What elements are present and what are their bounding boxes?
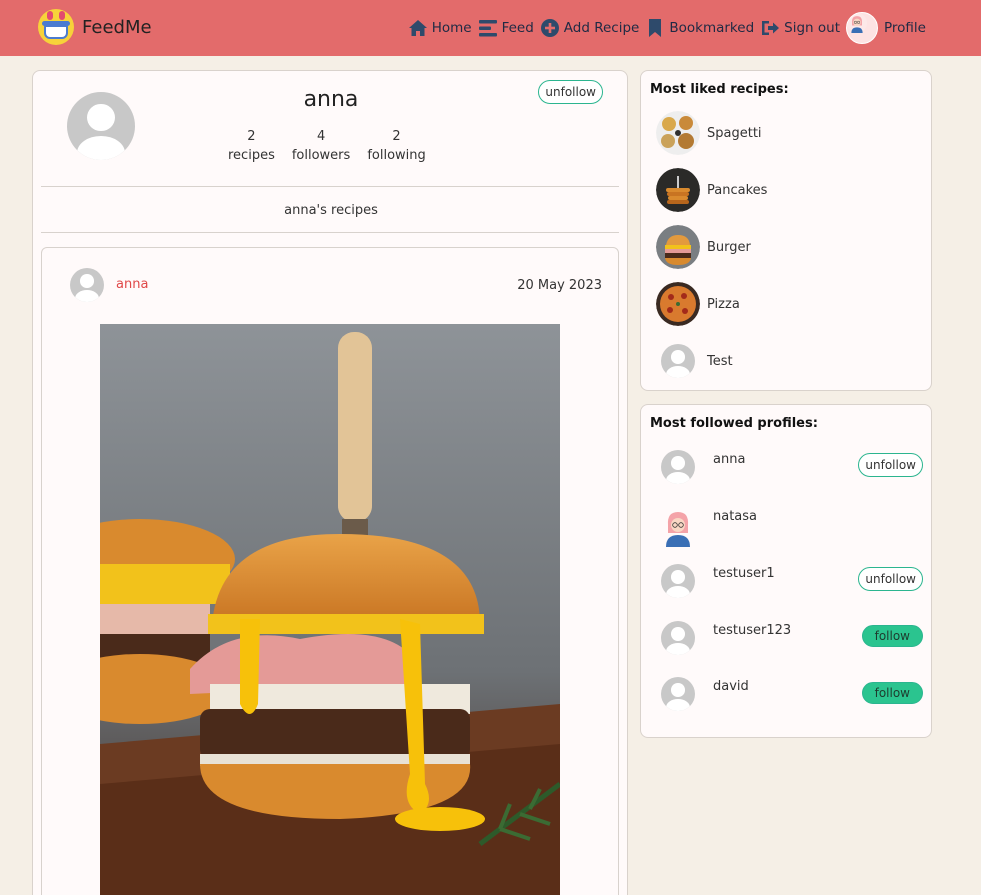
nav-sign-out[interactable]: Sign out	[760, 18, 840, 38]
profile-avatar[interactable]	[661, 450, 695, 484]
recipe-name: Burger	[707, 239, 751, 255]
profile-row: david follow	[661, 674, 923, 714]
liked-recipe-item[interactable]: Test	[656, 339, 733, 383]
recipe-thumbnail	[656, 225, 700, 269]
home-icon	[408, 20, 427, 36]
nav-links: Home Feed Add Recipe Bookmarked Sign out	[402, 12, 926, 44]
most-followed-card: Most followed profiles: anna unfollow na…	[640, 404, 932, 738]
profile-row: testuser123 follow	[661, 618, 923, 658]
stat-count: 4	[316, 129, 326, 144]
profile-name-link[interactable]: natasa	[713, 509, 757, 524]
recipes-section-label: anna's recipes	[284, 203, 378, 218]
recipe-image[interactable]	[100, 324, 560, 895]
nav-profile-label: Profile	[884, 20, 926, 36]
recipe-name: Pancakes	[707, 182, 768, 198]
liked-recipe-item[interactable]: Spagetti	[656, 111, 762, 155]
most-liked-title: Most liked recipes:	[650, 82, 789, 97]
profile-row: testuser1 unfollow	[661, 561, 923, 601]
recipe-name: Spagetti	[707, 125, 762, 141]
stat-following: 2 following	[367, 127, 425, 165]
divider	[41, 232, 619, 233]
profile-avatar[interactable]	[661, 677, 695, 711]
nav-home[interactable]: Home	[408, 18, 472, 38]
recipe-thumbnail	[656, 111, 700, 155]
profile-avatar[interactable]	[661, 564, 695, 598]
stat-label: following	[367, 148, 426, 163]
most-followed-title: Most followed profiles:	[650, 416, 818, 431]
recipe-post-card[interactable]: anna 20 May 2023	[41, 247, 619, 895]
profile-name-link[interactable]: testuser1	[713, 566, 775, 581]
brand-name: FeedMe	[82, 16, 152, 38]
nav-bookmarked-label: Bookmarked	[669, 20, 755, 36]
profile-name-link[interactable]: testuser123	[713, 623, 791, 638]
follow-button[interactable]: follow	[861, 625, 923, 647]
nav-home-label: Home	[431, 20, 472, 36]
stat-count: 2	[247, 129, 256, 144]
profile-avatar[interactable]	[661, 621, 695, 655]
nav-feed-label: Feed	[501, 20, 534, 36]
post-author-link[interactable]: anna	[116, 277, 148, 292]
nav-bookmarked[interactable]: Bookmarked	[645, 18, 754, 38]
most-liked-card: Most liked recipes: Spagetti Pancakes Bu…	[640, 70, 932, 391]
recipe-thumbnail	[661, 344, 695, 378]
liked-recipe-item[interactable]: Pancakes	[656, 168, 767, 212]
profile-row: natasa	[661, 504, 923, 547]
bars-icon	[478, 20, 497, 37]
liked-recipe-item[interactable]: Pizza	[656, 282, 740, 326]
logo-icon	[38, 9, 74, 45]
profile-card: anna 2 recipes 4 followers 2 following u…	[32, 70, 628, 895]
unfollow-button[interactable]: unfollow	[858, 453, 923, 477]
profile-stats: 2 recipes 4 followers 2 following	[228, 127, 443, 165]
post-date: 20 May 2023	[517, 278, 602, 293]
recipe-name: Pizza	[707, 296, 740, 312]
brand-link[interactable]: FeedMe	[38, 9, 152, 45]
profile-avatar[interactable]	[661, 507, 695, 547]
recipe-thumbnail	[656, 168, 700, 212]
nav-add-recipe[interactable]: Add Recipe	[540, 18, 640, 38]
follow-button[interactable]: follow	[861, 682, 923, 704]
sign-out-icon	[762, 21, 780, 35]
profile-row: anna unfollow	[661, 447, 923, 487]
profile-name-link[interactable]: david	[713, 679, 749, 694]
stat-label: recipes	[228, 148, 275, 163]
plus-circle-icon	[540, 19, 559, 37]
divider	[41, 186, 619, 187]
profile-unfollow-button[interactable]: unfollow	[538, 80, 603, 104]
liked-recipe-item[interactable]: Burger	[656, 225, 751, 269]
navbar: FeedMe Home Feed Add Recipe Bookmarked S…	[0, 0, 981, 56]
stat-followers: 4 followers	[292, 127, 350, 165]
profile-name-link[interactable]: anna	[713, 452, 745, 467]
unfollow-button[interactable]: unfollow	[858, 567, 923, 591]
stat-count: 2	[392, 129, 401, 144]
nav-feed[interactable]: Feed	[478, 18, 534, 38]
nav-sign-out-label: Sign out	[784, 20, 841, 36]
nav-profile[interactable]: Profile	[846, 12, 926, 44]
stat-recipes: 2 recipes	[228, 127, 275, 165]
profile-avatar-icon	[846, 12, 879, 44]
post-author-avatar	[70, 268, 104, 302]
recipe-name: Test	[707, 353, 733, 369]
stat-label: followers	[291, 148, 351, 163]
nav-add-recipe-label: Add Recipe	[563, 20, 640, 36]
recipe-thumbnail	[656, 282, 700, 326]
bookmark-icon	[649, 19, 662, 37]
